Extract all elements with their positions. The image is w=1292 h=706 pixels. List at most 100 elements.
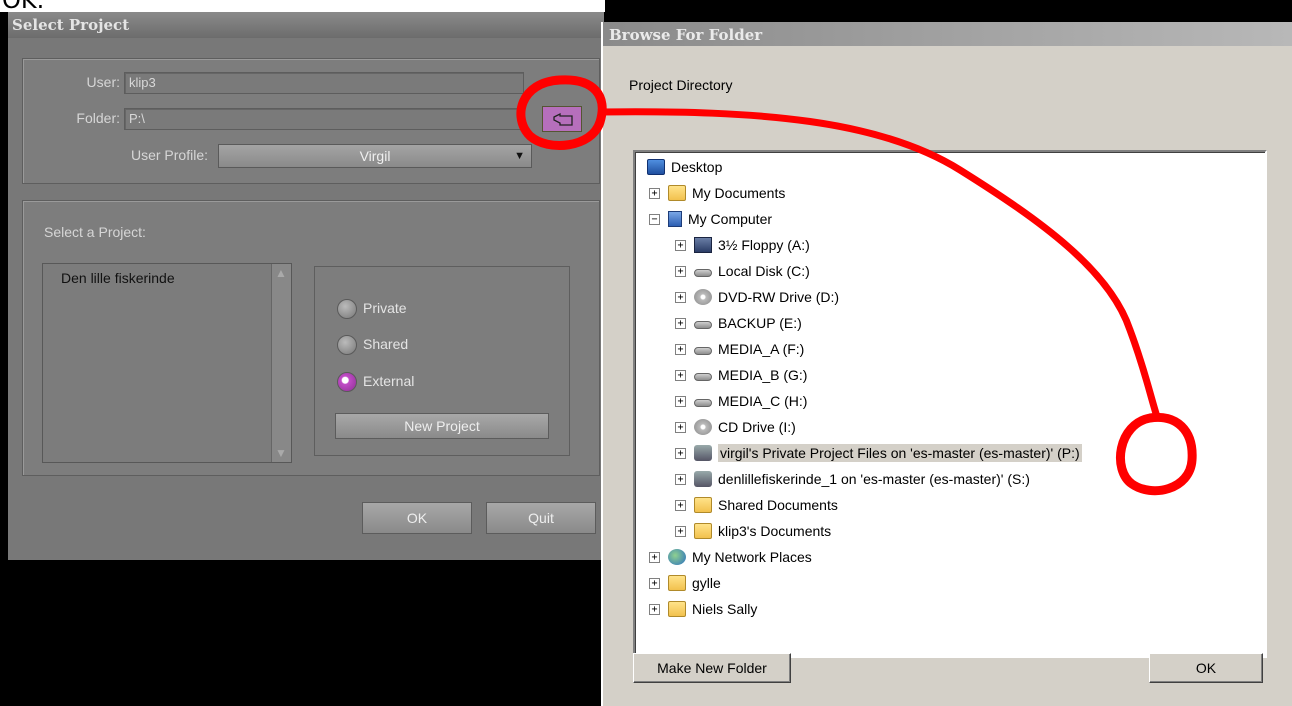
browse-folder-button[interactable] — [542, 106, 582, 132]
radio-private-label: Private — [363, 300, 407, 316]
select-project-dialog: Select Project User: klip3 Folder: P:\ U… — [8, 12, 604, 560]
scroll-down-icon[interactable]: ▼ — [275, 446, 287, 460]
user-profile-dropdown[interactable]: Virgil ▼ — [218, 144, 532, 168]
desktop-icon — [647, 159, 665, 175]
tree-node[interactable]: + BACKUP (E:) — [675, 310, 802, 336]
tree-node-label: My Documents — [692, 185, 786, 201]
tree-node[interactable]: + Shared Documents — [675, 492, 838, 518]
network-drive-icon — [694, 471, 712, 487]
folder-label: Folder: — [76, 110, 120, 126]
computer-icon — [668, 211, 682, 227]
tree-node[interactable]: + Niels Sally — [649, 596, 757, 622]
tree-node-label: gylle — [692, 575, 721, 591]
tree-node[interactable]: + My Documents — [649, 180, 785, 206]
ok-button[interactable]: OK — [362, 502, 472, 534]
tree-node[interactable]: + Local Disk (C:) — [675, 258, 810, 284]
expand-icon[interactable]: + — [675, 395, 686, 407]
tree-node-label: BACKUP (E:) — [718, 315, 802, 331]
disc-icon — [694, 289, 712, 305]
tree-node[interactable]: + MEDIA_A (F:) — [675, 336, 804, 362]
scroll-up-icon[interactable]: ▲ — [275, 266, 287, 280]
folder-icon — [694, 497, 712, 513]
tree-node-label: MEDIA_B (G:) — [718, 367, 808, 383]
radio-external[interactable] — [337, 372, 357, 392]
list-item[interactable]: Den lille fiskerinde — [61, 270, 175, 286]
floppy-icon — [694, 237, 712, 253]
top-strip: OK. — [0, 0, 605, 12]
expand-icon[interactable]: + — [675, 447, 686, 459]
network-drive-icon — [694, 445, 712, 461]
expand-icon[interactable]: + — [675, 369, 686, 381]
make-new-folder-button[interactable]: Make New Folder — [633, 653, 791, 683]
quit-button[interactable]: Quit — [486, 502, 596, 534]
browse-folder-prompt: Project Directory — [629, 77, 733, 93]
radio-private[interactable] — [337, 299, 357, 319]
project-list[interactable]: Den lille fiskerinde ▲ ▼ — [42, 263, 292, 463]
new-project-button[interactable]: New Project — [335, 413, 549, 439]
tree-node-label: MEDIA_C (H:) — [718, 393, 808, 409]
tree-node-label: My Network Places — [692, 549, 812, 565]
expand-icon[interactable]: + — [675, 421, 686, 433]
tree-node-label: Shared Documents — [718, 497, 838, 513]
tree-node[interactable]: + virgil's Private Project Files on 'es-m… — [675, 440, 1082, 466]
folder-browse-icon — [553, 112, 573, 126]
tree-node-label: Desktop — [671, 159, 723, 175]
expand-icon[interactable]: + — [649, 187, 660, 199]
expand-icon[interactable]: + — [649, 577, 660, 589]
browse-ok-button[interactable]: OK — [1149, 653, 1263, 683]
expand-icon[interactable]: + — [675, 239, 686, 251]
tree-node[interactable]: + MEDIA_B (G:) — [675, 362, 807, 388]
project-list-scrollbar[interactable]: ▲ ▼ — [271, 264, 291, 462]
expand-icon[interactable]: + — [675, 317, 686, 329]
collapse-icon[interactable]: − — [649, 213, 660, 225]
expand-icon[interactable]: + — [675, 291, 686, 303]
folder-tree[interactable]: Desktop + My Documents − My Computer +3½ Flop… — [633, 150, 1267, 658]
select-project-title: Select Project — [8, 12, 604, 38]
tree-node-label: My Computer — [688, 211, 773, 227]
folder-icon — [668, 185, 686, 201]
tree-node[interactable]: + klip3's Documents — [675, 518, 831, 544]
expand-icon[interactable]: + — [675, 499, 686, 511]
tree-node[interactable]: + DVD-RW Drive (D:) — [675, 284, 839, 310]
expand-icon[interactable]: + — [675, 473, 686, 485]
tree-node[interactable]: + denlillefiskerinde_1 on 'es-master (es-… — [675, 466, 1030, 492]
radio-shared[interactable] — [337, 335, 357, 355]
tree-node[interactable]: + MEDIA_C (H:) — [675, 388, 807, 414]
expand-icon[interactable]: + — [649, 603, 660, 615]
disc-icon — [694, 419, 712, 435]
tree-node[interactable]: +3½ Floppy (A:) — [675, 232, 810, 258]
folder-field[interactable]: P:\ — [124, 108, 524, 130]
tree-node-label: denlillefiskerinde_1 on 'es-master (es-m… — [718, 471, 1030, 487]
expand-icon[interactable]: + — [675, 525, 686, 537]
tree-node[interactable]: + CD Drive (I:) — [675, 414, 796, 440]
drive-icon — [694, 269, 712, 277]
folder-icon — [668, 601, 686, 617]
folder-icon — [668, 575, 686, 591]
radio-external-label: External — [363, 373, 415, 389]
user-field[interactable]: klip3 — [124, 72, 524, 94]
browse-folder-title: Browse For Folder — [603, 22, 1292, 46]
user-label: User: — [86, 74, 120, 90]
tree-node[interactable]: Desktop — [647, 154, 722, 180]
drive-icon — [694, 373, 712, 381]
network-icon — [668, 549, 686, 565]
project-type-panel: Private Shared External New Project — [314, 266, 570, 456]
tree-node[interactable]: + gylle — [649, 570, 721, 596]
folder-icon — [694, 523, 712, 539]
expand-icon[interactable]: + — [675, 343, 686, 355]
tree-node-label: Local Disk (C:) — [718, 263, 810, 279]
tree-node-label: MEDIA_A (F:) — [718, 341, 805, 357]
chevron-down-icon: ▼ — [514, 150, 525, 162]
tree-node-label: virgil's Private Project Files on 'es-ma… — [718, 444, 1082, 462]
tree-node[interactable]: − My Computer — [649, 206, 772, 232]
radio-shared-label: Shared — [363, 336, 409, 352]
top-strip-text: OK. — [2, 0, 44, 12]
tree-node-label: Niels Sally — [692, 601, 758, 617]
select-project-label: Select a Project: — [44, 224, 146, 240]
tree-node-label: DVD-RW Drive (D:) — [718, 289, 840, 305]
expand-icon[interactable]: + — [675, 265, 686, 277]
drive-icon — [694, 321, 712, 329]
user-profile-value: Virgil — [359, 148, 391, 164]
expand-icon[interactable]: + — [649, 551, 660, 563]
tree-node[interactable]: + My Network Places — [649, 544, 812, 570]
